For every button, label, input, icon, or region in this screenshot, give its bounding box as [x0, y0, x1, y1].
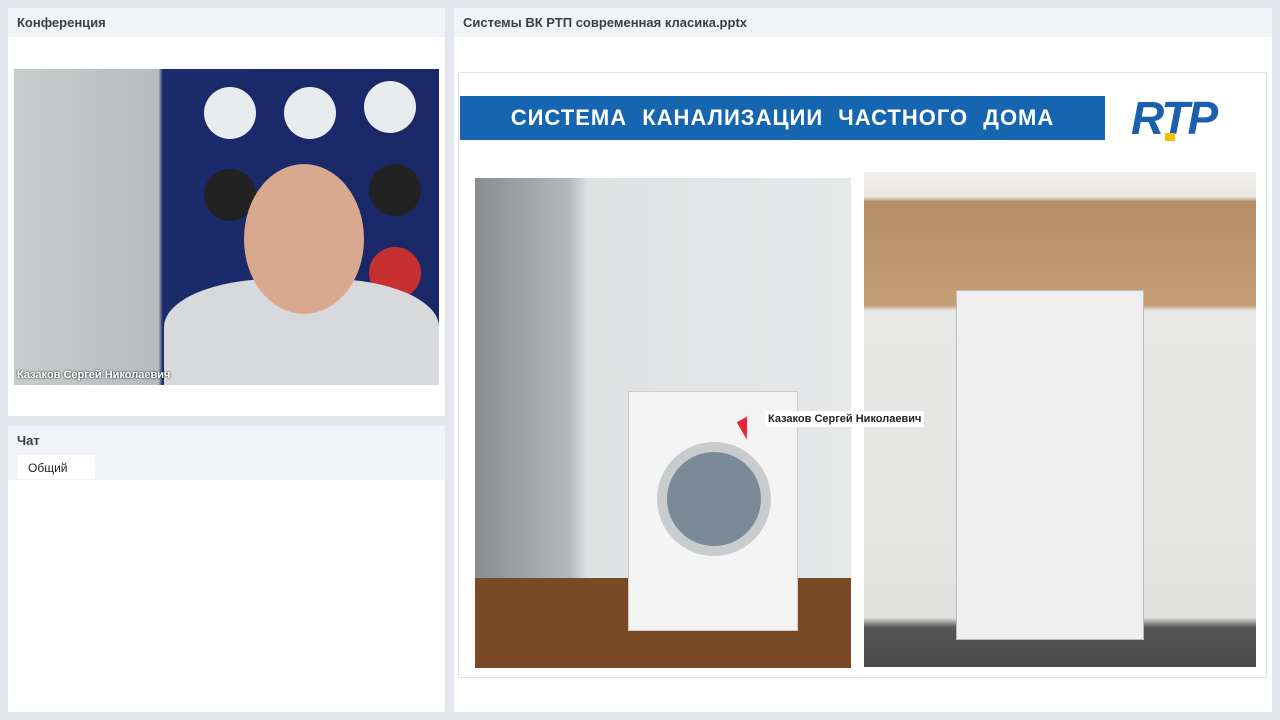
slide: СИСТЕМА КАНАЛИЗАЦИИ ЧАСТНОГО ДОМА RTP Ка… [458, 72, 1267, 678]
speaker-name: Казаков Сергей Николаевич [17, 369, 171, 381]
product-image [204, 87, 256, 139]
chat-title: Чат [8, 426, 445, 455]
conference-title: Конференция [8, 8, 445, 37]
speaker-video[interactable]: Казаков Сергей Николаевич [14, 69, 439, 385]
chat-panel: Чат Общий [8, 426, 445, 712]
presentation-title: Системы ВК РТП современная класика.pptx [454, 8, 1272, 37]
product-image [369, 164, 421, 216]
chat-tab-general[interactable]: Общий [18, 455, 95, 479]
speaker-head [244, 164, 364, 314]
pointer-label: Казаков Сергей Николаевич [765, 411, 925, 427]
product-image [364, 81, 416, 133]
product-image [284, 87, 336, 139]
slide-heading: СИСТЕМА КАНАЛИЗАЦИИ ЧАСТНОГО ДОМА [460, 96, 1105, 140]
conference-panel: Конференция Казаков Сергей Николаевич [8, 8, 445, 416]
presentation-panel: Системы ВК РТП современная класика.pptx … [454, 8, 1272, 712]
rtp-logo: RTP [1131, 91, 1218, 145]
